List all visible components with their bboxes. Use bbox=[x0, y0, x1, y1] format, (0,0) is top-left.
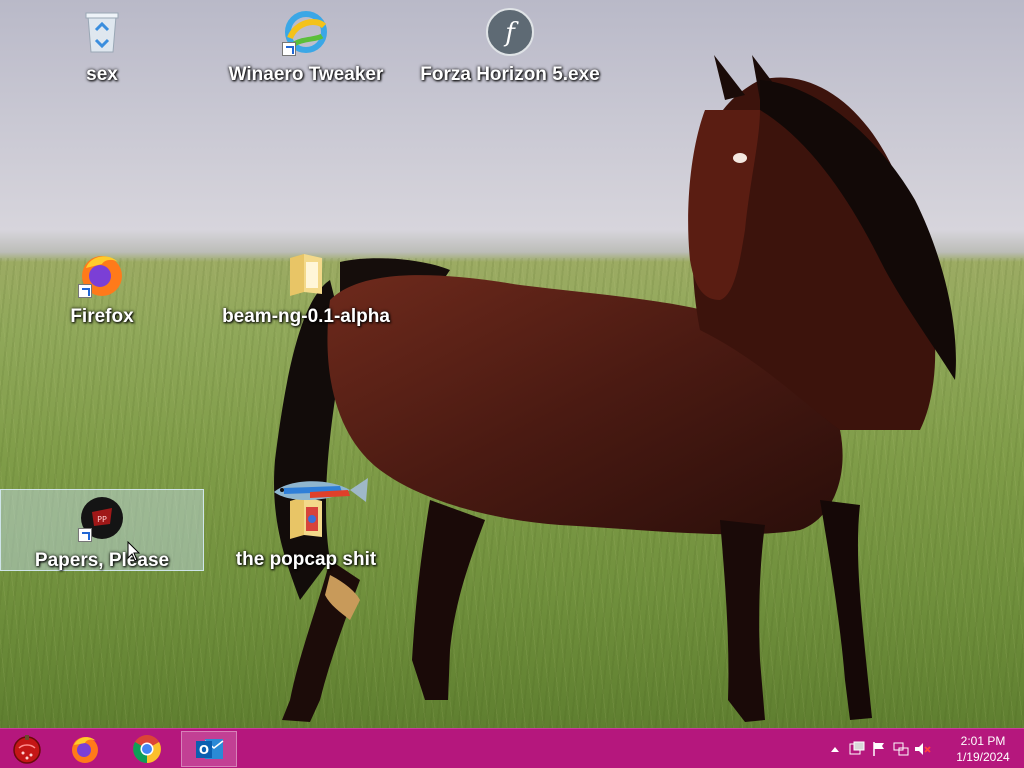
volume-muted-icon[interactable] bbox=[912, 729, 934, 768]
desktop-icon-forza-horizon[interactable]: f Forza Horizon 5.exe bbox=[408, 4, 612, 86]
shortcut-arrow-icon bbox=[282, 42, 296, 56]
taskbar: O 2:01 PM 1/19/2024 bbox=[0, 728, 1024, 768]
show-hidden-icon[interactable] bbox=[824, 729, 846, 768]
taskbar-chrome-button[interactable] bbox=[122, 731, 172, 767]
taskbar-firefox-button[interactable] bbox=[60, 731, 110, 767]
desktop-icon-label: Papers, Please bbox=[34, 550, 170, 571]
desktop-icon-beamng-folder[interactable]: beam-ng-0.1-alpha bbox=[204, 246, 408, 328]
svg-text:PP: PP bbox=[97, 515, 107, 524]
desktop-icon-firefox[interactable]: Firefox bbox=[0, 246, 204, 328]
taskbar-outlook-button[interactable]: O bbox=[181, 731, 237, 767]
flash-icon: f bbox=[486, 8, 534, 56]
start-button[interactable] bbox=[2, 731, 52, 767]
desktop-icon-label: the popcap shit bbox=[235, 549, 377, 570]
recycle-bin-icon bbox=[78, 8, 126, 56]
shortcut-arrow-icon bbox=[78, 284, 92, 298]
firefox-icon bbox=[72, 737, 98, 763]
horse-image bbox=[274, 55, 956, 722]
mouse-cursor bbox=[127, 541, 141, 562]
desktop-icon-label: beam-ng-0.1-alpha bbox=[222, 306, 390, 327]
shortcut-arrow-icon bbox=[78, 528, 92, 542]
flag-icon[interactable] bbox=[868, 729, 890, 768]
clock-date: 1/19/2024 bbox=[956, 750, 1010, 764]
fish-decoration bbox=[274, 478, 368, 502]
desktop-icon-label: Winaero Tweaker bbox=[228, 64, 384, 85]
papers-please-icon: PP bbox=[78, 494, 126, 542]
desktop-icon-recycle-bin[interactable]: sex bbox=[0, 4, 204, 86]
chrome-icon bbox=[133, 735, 161, 763]
clock-time: 2:01 PM bbox=[960, 734, 1006, 748]
system-tray bbox=[824, 729, 934, 768]
action-center-icon[interactable] bbox=[846, 729, 868, 768]
desktop-icon-papers-please[interactable]: PP Papers, Please bbox=[0, 489, 204, 571]
clock[interactable]: 2:01 PM 1/19/2024 bbox=[948, 733, 1018, 765]
firefox-icon bbox=[78, 250, 126, 298]
network-icon[interactable] bbox=[890, 729, 912, 768]
winaero-icon bbox=[282, 8, 330, 56]
start-orb-icon bbox=[13, 735, 41, 764]
desktop-wallpaper bbox=[0, 0, 1024, 728]
desktop-icon-label: Forza Horizon 5.exe bbox=[420, 64, 600, 85]
desktop-icon-label: Firefox bbox=[70, 306, 134, 327]
desktop-icon-winaero-tweaker[interactable]: Winaero Tweaker bbox=[204, 4, 408, 86]
desktop-icon-label: sex bbox=[86, 64, 118, 85]
folder-icon bbox=[282, 250, 330, 298]
svg-text:O: O bbox=[199, 743, 209, 757]
outlook-icon: O bbox=[196, 739, 224, 759]
